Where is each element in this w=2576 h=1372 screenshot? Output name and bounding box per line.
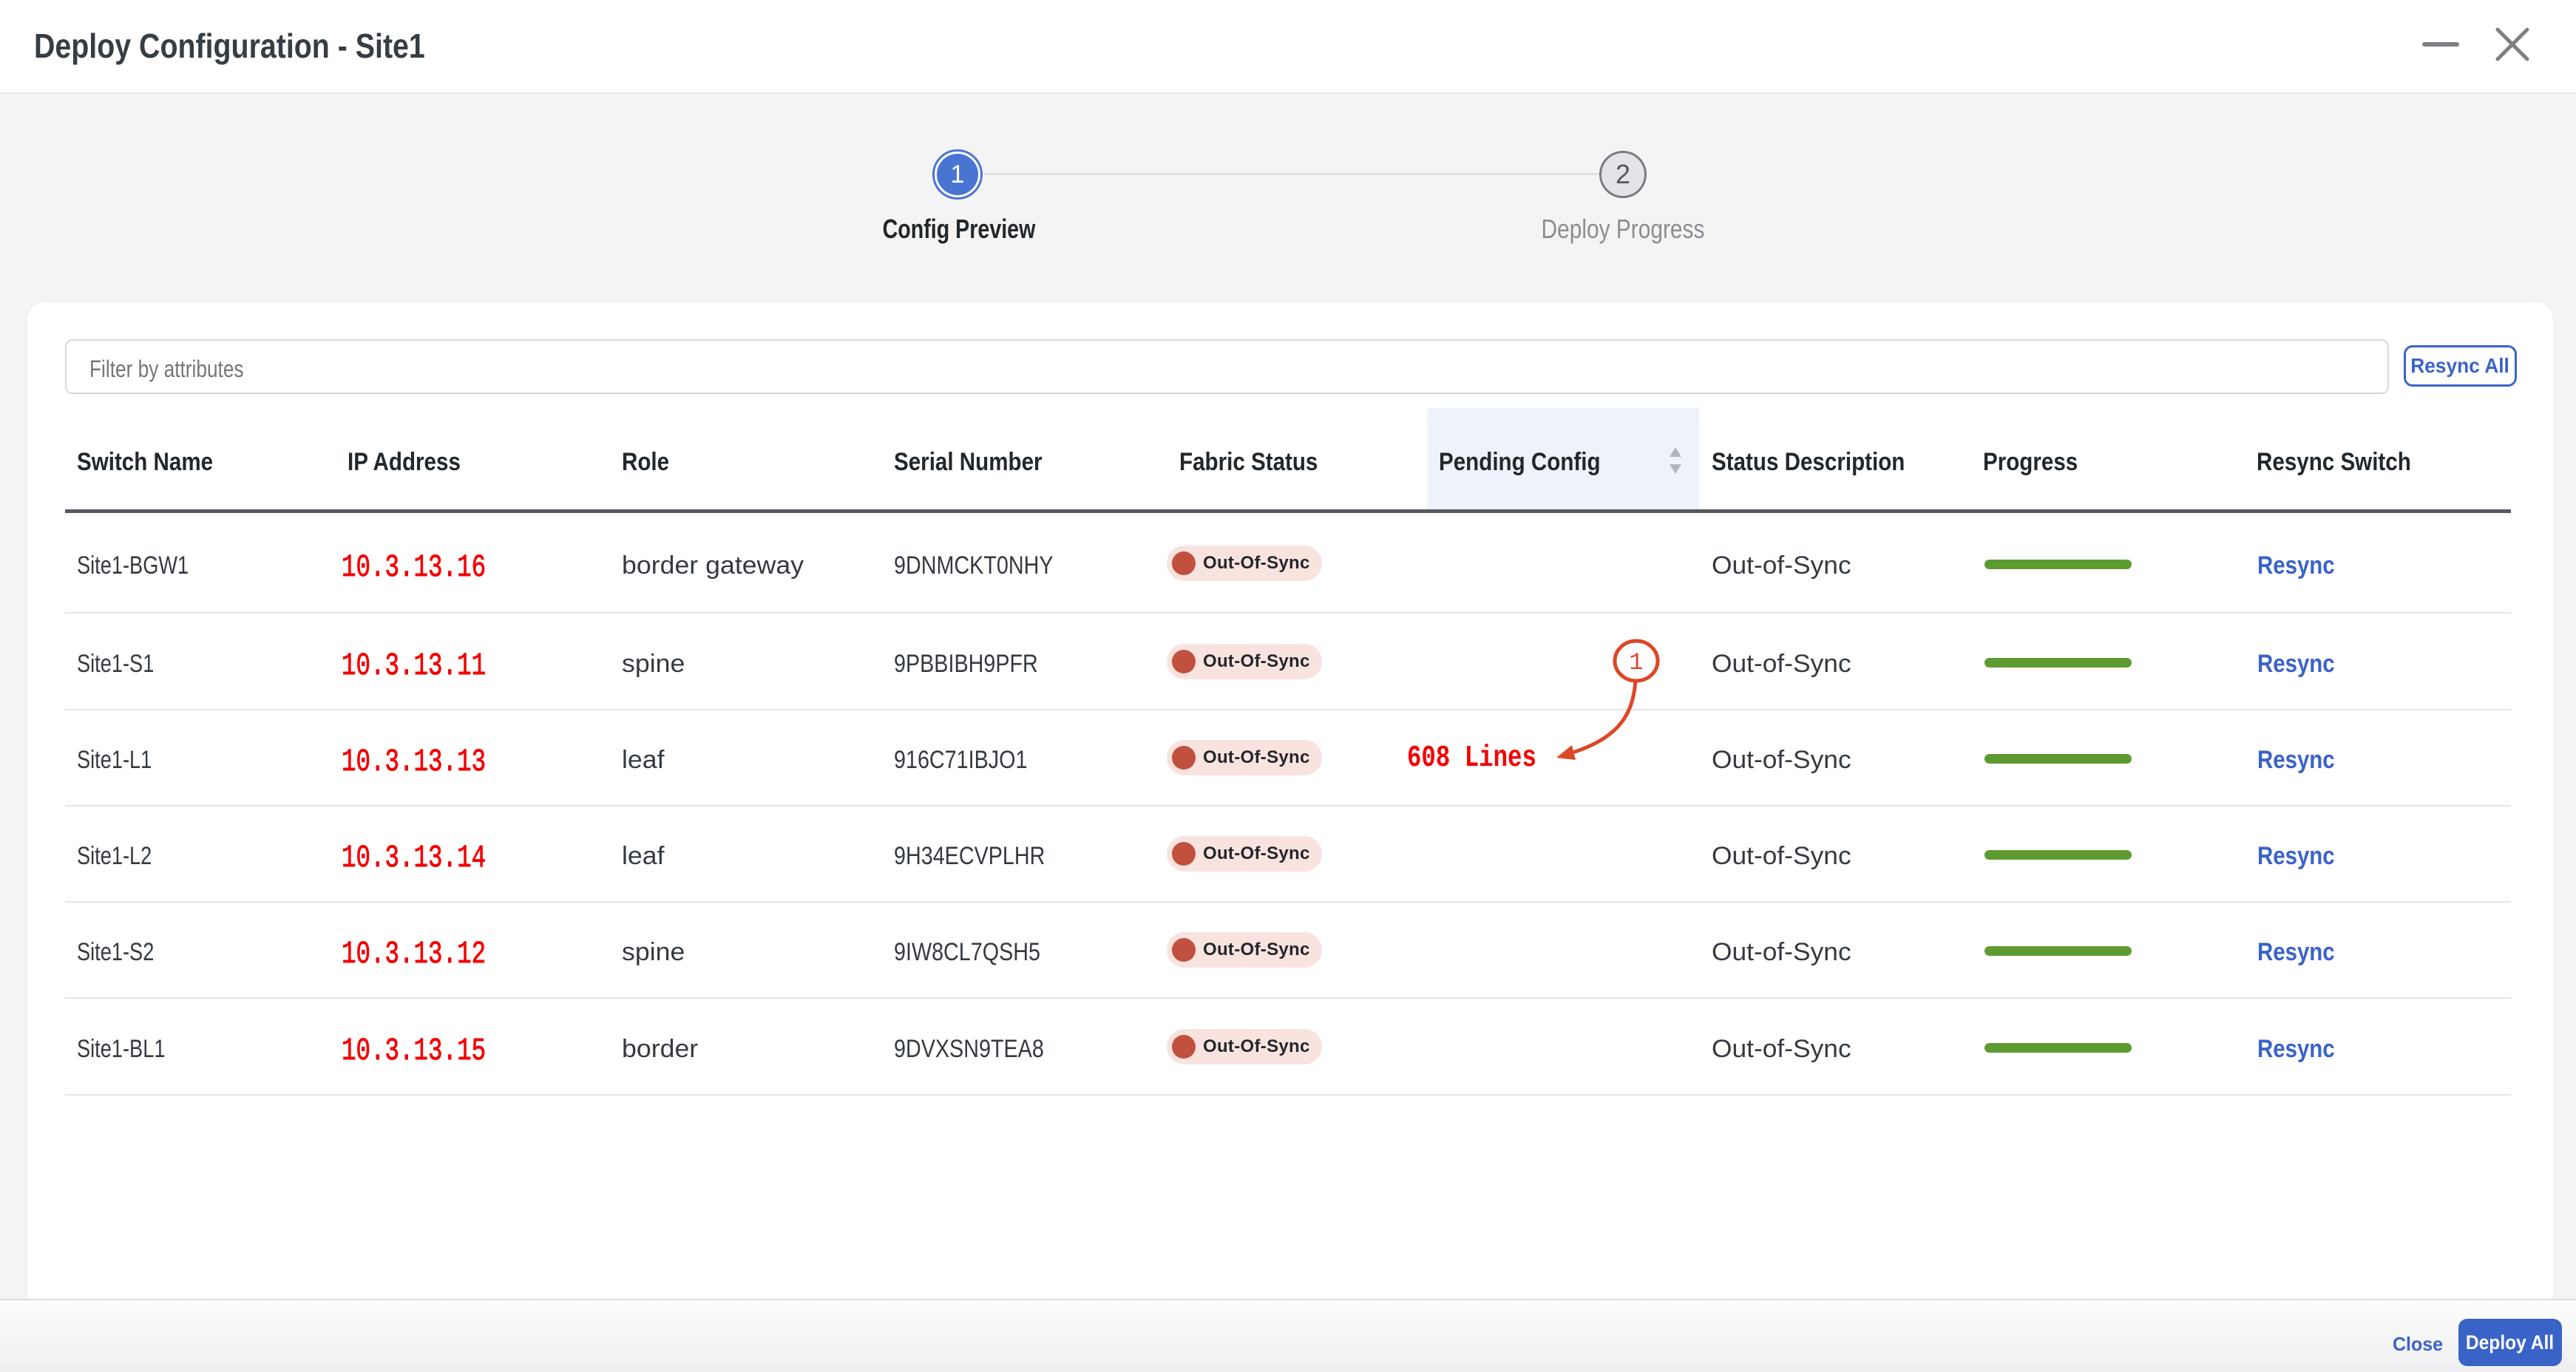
svg-text:1: 1 (1629, 649, 1643, 676)
